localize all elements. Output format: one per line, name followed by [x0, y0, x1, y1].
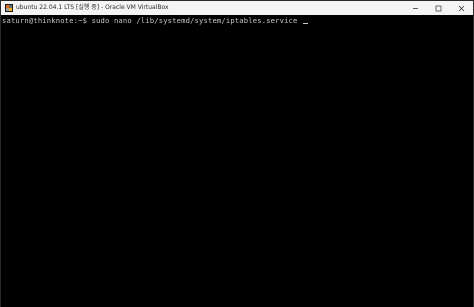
close-icon: [458, 5, 465, 12]
virtualbox-icon: [5, 4, 13, 12]
maximize-icon: [435, 5, 442, 12]
minimize-icon: [412, 5, 419, 12]
command-text: sudo nano /lib/systemd/system/iptables.s…: [91, 16, 298, 25]
window-controls: [404, 1, 473, 15]
terminal-screen[interactable]: saturn@thinknote:~$ sudo nano /lib/syste…: [1, 15, 473, 307]
shell-prompt: saturn@thinknote:~$: [2, 16, 88, 25]
minimize-button[interactable]: [404, 1, 427, 15]
maximize-button[interactable]: [427, 1, 450, 15]
window-title: ubuntu 22.04.1 LTS [실행 중] - Oracle VM Vi…: [16, 4, 169, 11]
close-button[interactable]: [450, 1, 473, 15]
command-line: saturn@thinknote:~$ sudo nano /lib/syste…: [2, 16, 308, 25]
virtualbox-window: ubuntu 22.04.1 LTS [실행 중] - Oracle VM Vi…: [0, 0, 474, 307]
title-bar[interactable]: ubuntu 22.04.1 LTS [실행 중] - Oracle VM Vi…: [1, 1, 473, 15]
text-cursor: [303, 23, 308, 24]
